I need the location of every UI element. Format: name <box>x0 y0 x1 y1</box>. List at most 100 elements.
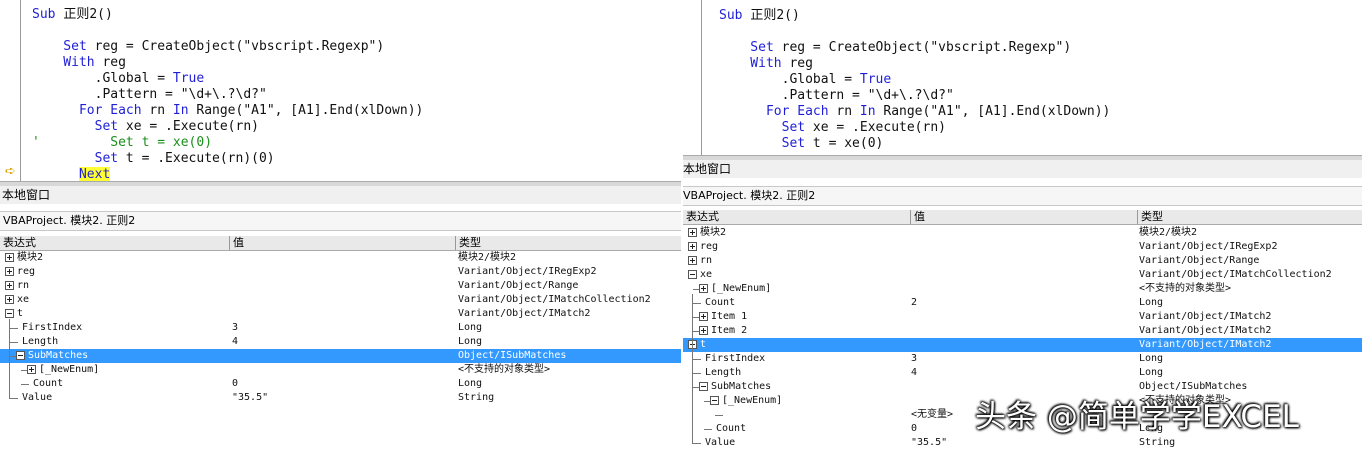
code-token: xe = .Execute(rn) <box>812 120 946 135</box>
locals-row[interactable]: t Variant/Object/IMatch2 <box>0 307 681 321</box>
locals-row[interactable]: rn Variant/Object/Range <box>683 254 1362 268</box>
locals-row[interactable]: rn Variant/Object/Range <box>0 279 681 293</box>
left-col-expression[interactable]: 表达式 <box>0 236 230 250</box>
locals-row[interactable]: Length 4 Long <box>0 335 681 349</box>
locals-type: <不支持的对象类型> <box>1139 283 1232 294</box>
locals-expression: Length <box>22 336 59 347</box>
right-col-type[interactable]: 类型 <box>1138 210 1362 224</box>
left-col-value[interactable]: 值 <box>230 236 456 250</box>
left-col-type[interactable]: 类型 <box>456 236 681 250</box>
locals-row[interactable]: FirstIndex 3 Long <box>0 321 681 335</box>
locals-row[interactable]: SubMatches Object/ISubMatches <box>0 349 681 363</box>
code-token: In <box>172 103 197 118</box>
expand-plus-icon[interactable] <box>688 256 697 265</box>
collapse-minus-icon[interactable] <box>710 396 719 405</box>
locals-type: Long <box>1139 353 1164 364</box>
locals-row[interactable]: xe Variant/Object/IMatchCollection2 <box>683 268 1362 282</box>
locals-expression: Count <box>33 378 64 389</box>
tree-line <box>704 429 712 430</box>
code-line[interactable]: Set t = .Execute(rn)(0) <box>32 151 275 167</box>
left-code-editor[interactable]: ➪ Sub 正则2() Set reg = CreateObject("vbsc… <box>0 0 681 181</box>
locals-type: String <box>458 392 495 403</box>
code-token: reg = CreateObject("vbscript.Regexp") <box>94 39 385 54</box>
locals-expression: Value <box>705 437 736 448</box>
code-line[interactable]: For Each rn In Range("A1", [A1].End(xlDo… <box>719 104 1110 120</box>
locals-row[interactable]: 模块2 模块2/模块2 <box>683 226 1362 240</box>
code-line[interactable]: Set xe = .Execute(rn) <box>32 119 259 135</box>
code-line[interactable]: .Global = True <box>32 71 205 87</box>
locals-expression: reg <box>700 241 719 252</box>
code-line[interactable]: Sub 正则2() <box>719 8 800 24</box>
locals-row[interactable]: Length 4 Long <box>683 366 1362 380</box>
expand-plus-icon[interactable] <box>699 326 708 335</box>
locals-type: Variant/Object/IMatchCollection2 <box>458 294 651 305</box>
code-line[interactable]: .Global = True <box>719 72 892 88</box>
locals-row[interactable]: Value "35.5" String <box>0 391 681 405</box>
expand-plus-icon[interactable] <box>5 253 14 262</box>
expand-plus-icon[interactable] <box>5 281 14 290</box>
locals-row[interactable]: [_NewEnum] <不支持的对象类型> <box>0 363 681 377</box>
locals-row[interactable]: Count 2 Long <box>683 296 1362 310</box>
locals-row[interactable]: [_NewEnum] <不支持的对象类型> <box>683 282 1362 296</box>
code-token: Set t = xe(0) <box>39 135 213 150</box>
expand-plus-icon[interactable] <box>5 295 14 304</box>
code-line[interactable]: .Pattern = "\d+\.?\d?" <box>32 87 267 103</box>
locals-expression: rn <box>700 255 713 266</box>
expand-plus-icon[interactable] <box>5 267 14 276</box>
code-line[interactable]: Set t = xe(0) <box>719 136 884 152</box>
code-line[interactable]: Set reg = CreateObject("vbscript.Regexp"… <box>719 40 1071 56</box>
expand-plus-icon[interactable] <box>699 284 708 293</box>
locals-type: <不支持的对象类型> <box>458 364 551 375</box>
code-line[interactable]: Sub 正则2() <box>32 7 113 23</box>
code-line[interactable]: Set xe = .Execute(rn) <box>719 120 946 136</box>
code-token: .Global = <box>719 72 860 87</box>
tree-line <box>715 415 723 416</box>
left-code-gutter <box>0 0 21 181</box>
right-col-value[interactable]: 值 <box>911 210 1138 224</box>
code-token: reg <box>102 55 126 70</box>
code-line[interactable]: For Each rn In Range("A1", [A1].End(xlDo… <box>32 103 423 119</box>
locals-row[interactable]: t Variant/Object/IMatch2 <box>683 338 1362 352</box>
locals-row[interactable]: Item 1 Variant/Object/IMatch2 <box>683 310 1362 324</box>
locals-expression: Length <box>705 367 742 378</box>
code-line[interactable]: With reg <box>32 55 126 71</box>
tree-line <box>693 373 701 374</box>
locals-row[interactable]: 模块2 模块2/模块2 <box>0 251 681 265</box>
right-code-gutter <box>683 0 702 155</box>
locals-expression: reg <box>17 266 36 277</box>
expand-plus-icon[interactable] <box>699 312 708 321</box>
locals-row[interactable]: Item 2 Variant/Object/IMatch2 <box>683 324 1362 338</box>
locals-value: 0 <box>232 378 239 389</box>
collapse-minus-icon[interactable] <box>5 309 14 318</box>
locals-row[interactable]: Value "35.5" String <box>683 436 1362 450</box>
locals-expression: xe <box>700 269 713 280</box>
expand-plus-icon[interactable] <box>27 365 36 374</box>
right-col-expression[interactable]: 表达式 <box>683 210 911 224</box>
locals-type: Object/ISubMatches <box>1139 381 1248 392</box>
expand-plus-icon[interactable] <box>688 228 697 237</box>
collapse-minus-icon[interactable] <box>688 270 697 279</box>
locals-row[interactable]: reg Variant/Object/IRegExp2 <box>683 240 1362 254</box>
locals-row[interactable]: reg Variant/Object/IRegExp2 <box>0 265 681 279</box>
code-line[interactable]: With reg <box>719 56 813 72</box>
code-line[interactable]: ' Set t = xe(0) <box>32 135 212 151</box>
expand-plus-icon[interactable] <box>688 242 697 251</box>
locals-row[interactable]: Count 0 Long <box>0 377 681 391</box>
locals-type: Variant/Object/IMatch2 <box>1139 311 1272 322</box>
code-line[interactable]: .Pattern = "\d+\.?\d?" <box>719 88 954 104</box>
locals-row[interactable]: xe Variant/Object/IMatchCollection2 <box>0 293 681 307</box>
locals-type: 模块2/模块2 <box>1139 227 1198 238</box>
collapse-minus-icon[interactable] <box>699 382 708 391</box>
collapse-minus-icon[interactable] <box>16 351 25 360</box>
right-code-editor[interactable]: Sub 正则2() Set reg = CreateObject("vbscri… <box>683 0 1362 155</box>
locals-row[interactable]: FirstIndex 3 Long <box>683 352 1362 366</box>
locals-type: Variant/Object/IRegExp2 <box>458 266 597 277</box>
locals-value: "35.5" <box>232 392 269 403</box>
code-line[interactable]: Set reg = CreateObject("vbscript.Regexp"… <box>32 39 384 55</box>
code-token: .Global = <box>32 71 173 86</box>
code-line[interactable]: Next <box>32 167 111 181</box>
locals-expression: Item 2 <box>711 325 748 336</box>
locals-row[interactable]: SubMatches Object/ISubMatches <box>683 380 1362 394</box>
code-token: t = .Execute(rn)(0) <box>125 151 275 166</box>
